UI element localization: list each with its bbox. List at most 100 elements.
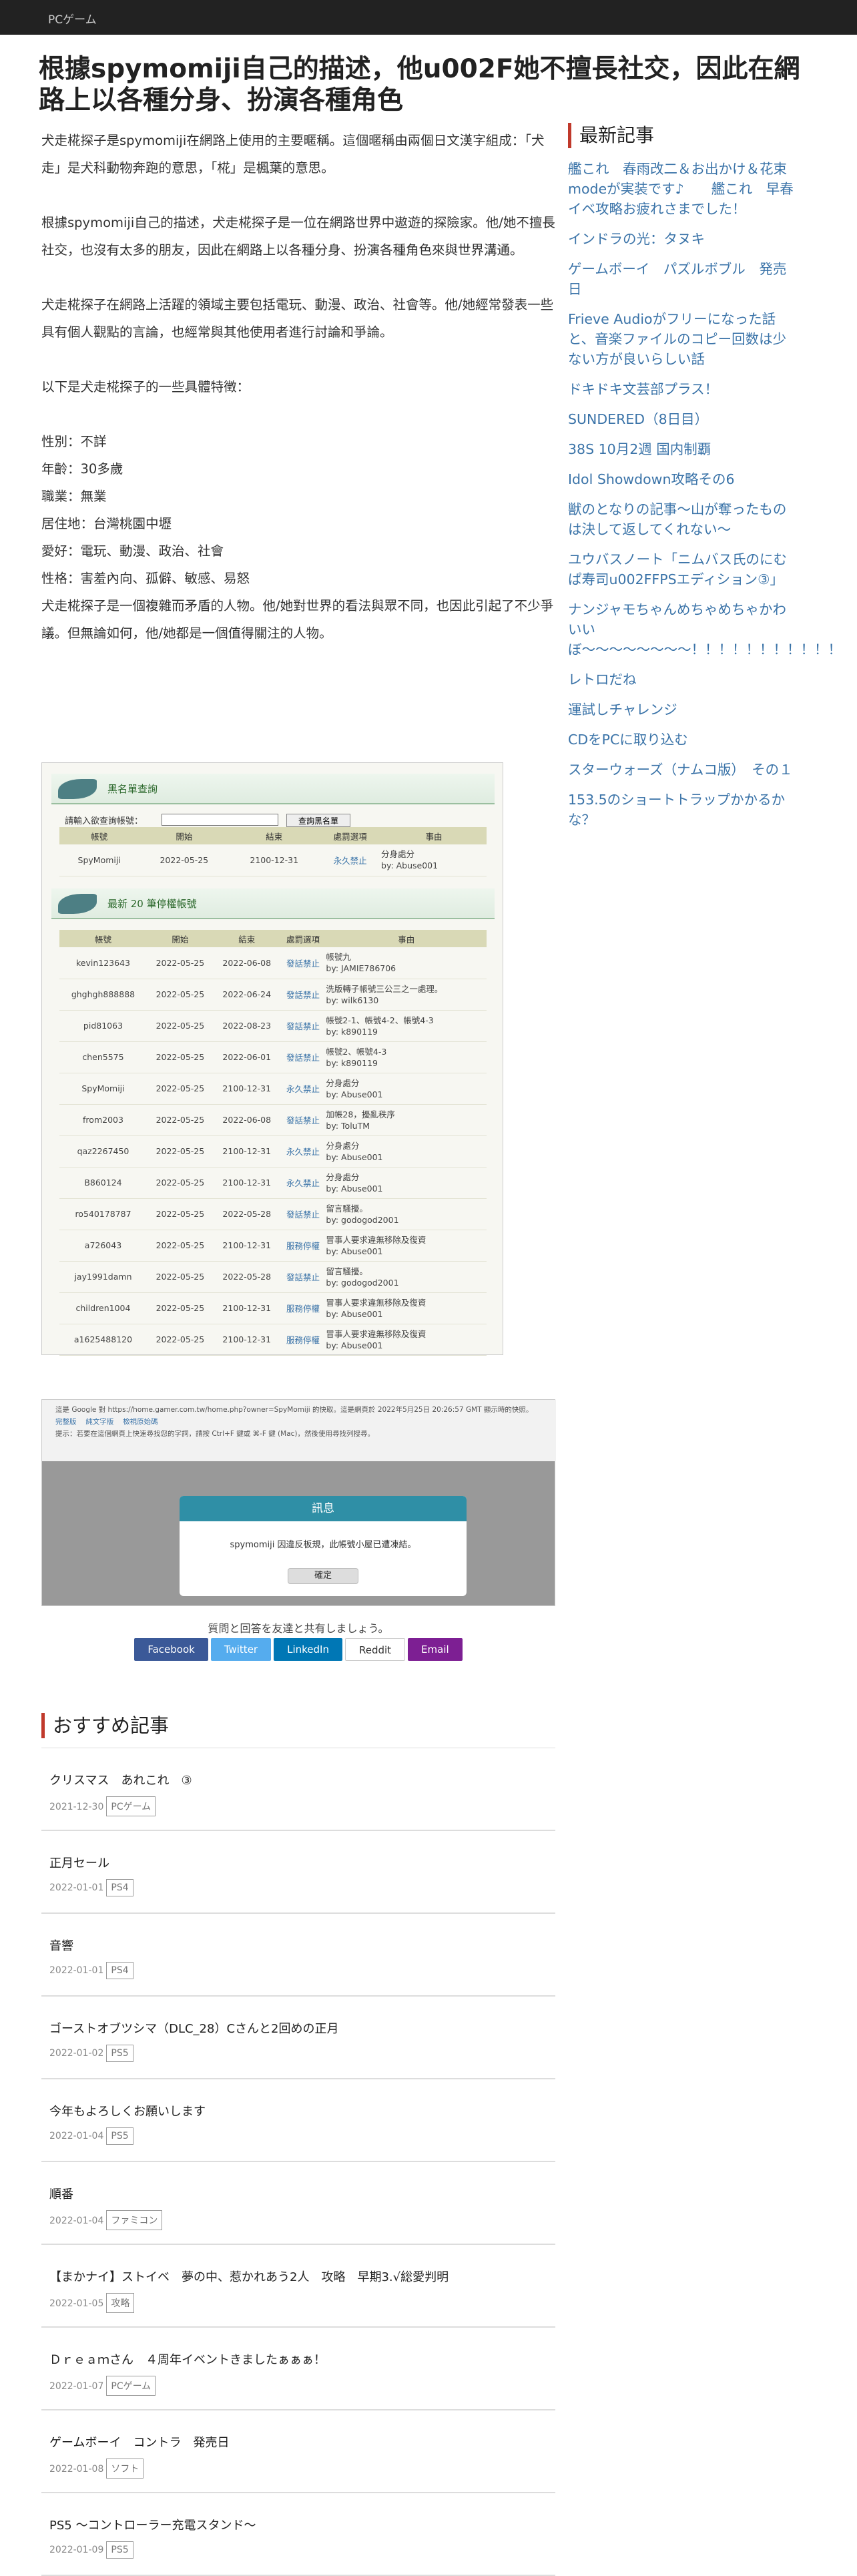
- recommended-title[interactable]: ゲームボーイ コントラ 発売日: [49, 2433, 555, 2459]
- panel-header: 黑名單查詢: [51, 774, 495, 804]
- recommended-item[interactable]: 今年もよろしくお願いします 2022-01-04 PS5: [41, 2079, 555, 2162]
- category-tag[interactable]: 攻略: [106, 2293, 135, 2313]
- account-query-input[interactable]: [162, 814, 278, 826]
- recommended-meta: 2022-01-04 ファミコン: [49, 2210, 555, 2230]
- category-tag[interactable]: PS5: [106, 2045, 133, 2062]
- category-tag[interactable]: ソフト: [106, 2459, 144, 2479]
- recommended-item[interactable]: Ｄｒｅａｍさん ４周年イベントきましたぁぁぁ！ 2022-01-07 PCゲーム: [41, 2328, 555, 2410]
- sidebar-post-link[interactable]: CDをPCに取り込む: [568, 730, 795, 750]
- share-facebook-button[interactable]: Facebook: [134, 1638, 208, 1661]
- recommended-title[interactable]: ゴーストオブツシマ（DLC_28）Cさんと2回めの正月: [49, 2019, 555, 2045]
- penalty-link[interactable]: 服務停權: [286, 1335, 320, 1345]
- recommended-title[interactable]: 【まかナイ】ストイベ 夢の中、惹かれあう2人 攻略 早期3.√総愛判明: [49, 2268, 555, 2293]
- sidebar-post-link[interactable]: 獣のとなりの記事〜山が奪ったものは決して返してくれない〜: [568, 499, 795, 539]
- penalty-link[interactable]: 發話禁止: [286, 1115, 320, 1125]
- recommended-title[interactable]: 音響: [49, 1937, 555, 1962]
- cell: 2022-05-25: [146, 1261, 214, 1293]
- sidebar-post-link[interactable]: スターウォーズ（ナムコ版） その１: [568, 760, 795, 780]
- sidebar-post-link[interactable]: 153.5のショートトラップかかるかな？: [568, 790, 795, 830]
- sidebar-post-link[interactable]: SUNDERED（8日目）: [568, 409, 795, 429]
- penalty-link[interactable]: 發話禁止: [286, 1272, 320, 1282]
- recommended-item[interactable]: ゲームボーイ コントラ 発売日 2022-01-08 ソフト: [41, 2410, 555, 2493]
- penalty-link[interactable]: 服務停權: [286, 1241, 320, 1251]
- cache-link[interactable]: 檢視原始碼: [123, 1418, 158, 1426]
- recommended-item[interactable]: 正月セール 2022-01-01 PS4: [41, 1831, 555, 1914]
- penalty-link[interactable]: 發話禁止: [286, 1210, 320, 1220]
- sidebar-post-link[interactable]: ゲームボーイ パズルボブル 発売日: [568, 259, 795, 299]
- cell: pid81063: [59, 1010, 147, 1042]
- reason-author: by: Abuse001: [326, 1308, 383, 1319]
- category-tag[interactable]: PS4: [106, 1962, 133, 1979]
- cell: jay1991damn: [59, 1261, 147, 1293]
- sidebar-post-link[interactable]: 38S 10月2週 国内制覇: [568, 439, 795, 459]
- penalty-link[interactable]: 服務停權: [286, 1304, 320, 1314]
- query-button[interactable]: 查詢黑名單: [286, 814, 350, 827]
- penalty-link[interactable]: 永久禁止: [286, 1147, 320, 1157]
- recommended-title[interactable]: 今年もよろしくお願いします: [49, 2102, 555, 2127]
- penalty-link[interactable]: 永久禁止: [286, 1178, 320, 1188]
- penalty-cell: 發話禁止: [280, 1261, 326, 1293]
- sidebar-post-link[interactable]: ナンジャモちゃんめちゃめちゃかわいいぼ〜〜〜〜〜〜〜〜！！！！！！！！！！！: [568, 599, 842, 660]
- post-date: 2022-01-01: [49, 1965, 104, 1976]
- sidebar-post-link[interactable]: Frieve Audioがフリーになった話と、音楽ファイルのコピー回数は少ない方…: [568, 309, 795, 369]
- recommended-meta: 2022-01-02 PS5: [49, 2045, 555, 2062]
- category-link[interactable]: PCゲーム: [48, 10, 97, 27]
- cell: 2100-12-31: [213, 1230, 280, 1262]
- share-twitter-button[interactable]: Twitter: [210, 1638, 272, 1661]
- sidebar-post-link[interactable]: ユウバスノート「ニムバス氏のにむぱ寿司u002FFPSエディション③」: [568, 549, 795, 589]
- sidebar-post-link[interactable]: レトロだね: [568, 670, 795, 690]
- reason-author: by: Abuse001: [326, 1340, 383, 1350]
- penalty-link[interactable]: 發話禁止: [286, 1053, 320, 1063]
- recommended-item[interactable]: ゴーストオブツシマ（DLC_28）Cさんと2回めの正月 2022-01-02 PS5: [41, 1997, 555, 2079]
- share-linkedin-button[interactable]: LinkedIn: [274, 1638, 342, 1661]
- recommended-title[interactable]: Ｄｒｅａｍさん ４周年イベントきましたぁぁぁ！: [49, 2350, 555, 2376]
- recommended-title[interactable]: 順番: [49, 2185, 555, 2210]
- post-date: 2021-12-30: [49, 1802, 104, 1812]
- category-tag[interactable]: PS5: [106, 2127, 133, 2145]
- table-row: SpyMomiji 2022-05-25 2100-12-31 永久禁止 分身處分 by:…: [59, 1073, 487, 1105]
- sidebar-post-link[interactable]: インドラの光：タヌキ: [568, 229, 795, 249]
- cell: children1004: [59, 1292, 147, 1324]
- blacklist-screenshot: 黑名單查詢 請輸入欲查詢帳號： 查詢黑名單 帳號 開始 結束 處罰選項 事由 SpyMo…: [41, 762, 503, 1356]
- reason-author: by: wilk6130: [326, 995, 379, 1005]
- recommended-item[interactable]: 音響 2022-01-01 PS4: [41, 1914, 555, 1997]
- recommended-item[interactable]: 【まかナイ】ストイベ 夢の中、惹かれあう2人 攻略 早期3.√総愛判明 2022-…: [41, 2245, 555, 2328]
- cell: a726043: [59, 1230, 147, 1262]
- recommended-title[interactable]: PS5 〜コントローラー充電スタンド〜: [49, 2516, 555, 2541]
- share-email-button[interactable]: Email: [408, 1638, 463, 1661]
- penalty-link[interactable]: 永久禁止: [334, 856, 367, 866]
- reason-cell: 冒事人要求違無移除及復資 by: Abuse001: [326, 1292, 487, 1324]
- category-tag[interactable]: ファミコン: [106, 2210, 163, 2230]
- penalty-cell: 發話禁止: [280, 947, 326, 979]
- sidebar-post-link[interactable]: ドキドキ文芸部プラス！: [568, 379, 795, 399]
- sidebar-post-link[interactable]: 運試しチャレンジ: [568, 700, 795, 720]
- recommended-item[interactable]: PS5 〜コントローラー充電スタンド〜 2022-01-09 PS5: [41, 2493, 555, 2576]
- panel-title: 黑名單查詢: [107, 783, 158, 795]
- reason-text: 帳號2、帳號4-3: [326, 1046, 387, 1057]
- penalty-link[interactable]: 發話禁止: [286, 990, 320, 1000]
- message-dialog: 訊息 spymomiji 因違反板規，此帳號小屋已遭凍結。 確定: [180, 1496, 467, 1596]
- penalty-link[interactable]: 發話禁止: [286, 1021, 320, 1031]
- recommended-item[interactable]: 順番 2022-01-04 ファミコン: [41, 2162, 555, 2245]
- penalty-link[interactable]: 永久禁止: [286, 1084, 320, 1094]
- dialog-ok-button[interactable]: 確定: [288, 1568, 358, 1584]
- reason-author: by: JAMIE786706: [326, 963, 396, 974]
- category-tag[interactable]: PS4: [106, 1879, 133, 1896]
- cache-link[interactable]: 完整版: [55, 1418, 77, 1426]
- cell: 2100-12-31: [213, 1324, 280, 1356]
- sidebar-post-link[interactable]: 艦これ 春雨改二＆お出かけ＆花束modeが実装です♪ 艦これ 早春イベ攻略お疲れ…: [568, 159, 795, 219]
- share-reddit-button[interactable]: Reddit: [344, 1638, 406, 1661]
- cell: kevin123643: [59, 947, 147, 979]
- cache-link[interactable]: 純文字版: [85, 1418, 113, 1426]
- recommended-title[interactable]: クリスマス あれこれ ③: [49, 1771, 555, 1796]
- share-label: 質問と回答を友達と共有しましょう。: [208, 1622, 389, 1635]
- reason-cell: 留言騷擾。 by: godogod2001: [326, 1261, 487, 1293]
- category-tag[interactable]: PS5: [106, 2541, 133, 2559]
- cell: 2022-06-08: [213, 947, 280, 979]
- category-tag[interactable]: PCゲーム: [106, 2376, 156, 2396]
- penalty-link[interactable]: 發話禁止: [286, 959, 320, 969]
- recommended-item[interactable]: クリスマス あれこれ ③ 2021-12-30 PCゲーム: [41, 1748, 555, 1831]
- category-tag[interactable]: PCゲーム: [106, 1796, 156, 1816]
- recommended-title[interactable]: 正月セール: [49, 1854, 555, 1879]
- sidebar-post-link[interactable]: Idol Showdown攻略その6: [568, 469, 795, 489]
